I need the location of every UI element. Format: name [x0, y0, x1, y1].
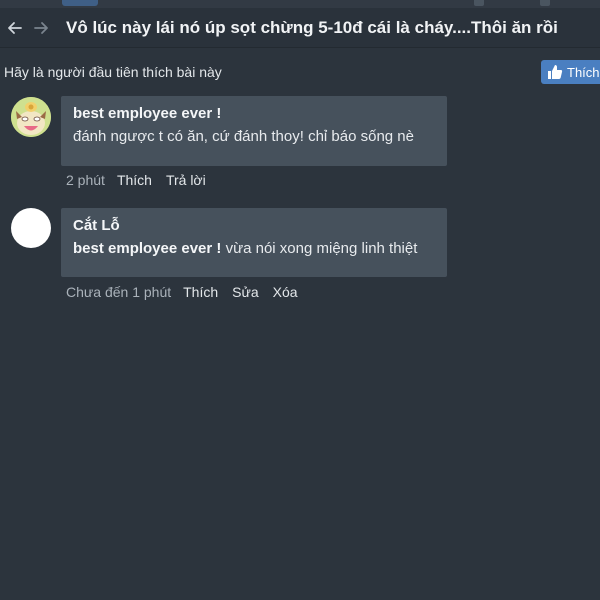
comment-bubble: best employee ever ! đánh ngược t có ăn,…: [61, 96, 447, 166]
arrow-right-icon: [34, 21, 48, 34]
delete-button[interactable]: Xóa: [273, 284, 298, 300]
comment-author[interactable]: Cắt Lỗ: [73, 217, 435, 234]
comment-bubble: Cắt Lỗ best employee ever ! vừa nói xong…: [61, 208, 447, 277]
top-strip-icon[interactable]: [540, 0, 550, 6]
reply-button[interactable]: Trả lời: [166, 172, 206, 188]
comment-actions: 2 phút Thích Trả lời: [66, 172, 220, 188]
like-bar: Hãy là người đầu tiên thích bài này Thíc…: [0, 56, 600, 88]
comment-time: Chưa đến 1 phút: [66, 284, 172, 300]
post-header: Vô lúc này lái nó úp sọt chừng 5-10đ cái…: [0, 8, 600, 48]
forward-button[interactable]: [30, 14, 52, 42]
like-prompt: Hãy là người đầu tiên thích bài này: [4, 64, 222, 80]
top-strip: [0, 0, 600, 8]
post-title: Vô lúc này lái nó úp sọt chừng 5-10đ cái…: [66, 17, 558, 37]
comment-body: vừa nói xong miệng linh thiệt: [221, 240, 418, 257]
like-button-label: Thích: [567, 64, 600, 80]
like-comment-button[interactable]: Thích: [183, 284, 218, 300]
top-strip-icon[interactable]: [474, 0, 484, 6]
top-tab-indicator[interactable]: [62, 0, 98, 6]
edit-button[interactable]: Sửa: [232, 284, 259, 300]
like-button[interactable]: Thích: [541, 60, 600, 84]
like-comment-button[interactable]: Thích: [117, 172, 152, 188]
comment-author[interactable]: best employee ever !: [73, 105, 435, 122]
avatar[interactable]: [11, 208, 51, 248]
comment-text: best employee ever ! vừa nói xong miệng …: [73, 240, 435, 257]
comment-actions: Chưa đến 1 phút Thích Sửa Xóa: [66, 284, 312, 300]
thumbs-up-icon: [548, 65, 563, 79]
comment-time: 2 phút: [66, 172, 105, 188]
meowth-avatar-icon: [11, 97, 51, 137]
mention-tag[interactable]: best employee ever !: [73, 240, 221, 257]
comment-text: đánh ngược t có ăn, cứ đánh thoy! chỉ bá…: [73, 128, 414, 145]
avatar[interactable]: [11, 97, 51, 137]
arrow-left-icon: [8, 21, 22, 34]
back-button[interactable]: [4, 14, 26, 42]
